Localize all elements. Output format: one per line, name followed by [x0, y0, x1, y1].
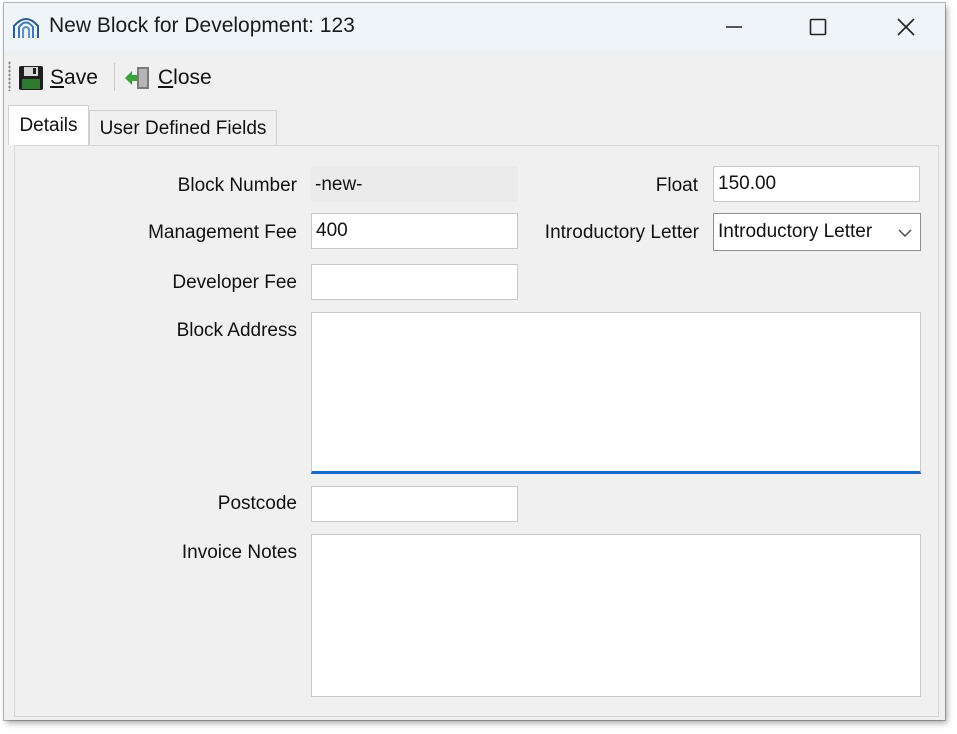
block-number-value: -new-: [311, 166, 518, 202]
introductory-letter-selected: Introductory Letter: [718, 221, 873, 242]
postcode-input[interactable]: [311, 486, 518, 522]
maximize-icon: [809, 18, 827, 36]
float-label: Float: [655, 175, 698, 196]
close-icon: [897, 18, 915, 36]
developer-fee-input[interactable]: [311, 264, 518, 300]
introductory-letter-select[interactable]: Introductory Letter: [713, 213, 921, 251]
minimize-button[interactable]: [704, 3, 764, 51]
exit-door-icon: [125, 67, 149, 89]
tab-details-label: Details: [19, 115, 78, 136]
title-bar: New Block for Development: 123: [4, 3, 945, 51]
block-address-label: Block Address: [176, 320, 297, 341]
block-address-textarea[interactable]: [311, 312, 921, 474]
toolbar-grip[interactable]: [8, 61, 11, 91]
toolbar-separator: [114, 63, 115, 91]
chevron-down-icon: [898, 229, 912, 237]
tab-user-defined-fields-label: User Defined Fields: [99, 118, 267, 139]
invoice-notes-textarea[interactable]: [311, 534, 921, 697]
save-button[interactable]: Save: [18, 61, 98, 95]
tab-details[interactable]: Details: [8, 105, 89, 145]
toolbar: Save Close: [4, 51, 945, 105]
management-fee-input[interactable]: 400: [311, 213, 518, 249]
window-title: New Block for Development: 123: [49, 14, 355, 37]
minimize-icon: [726, 26, 742, 28]
details-panel: Block Number -new- Float 150.00 Manageme…: [14, 145, 939, 717]
arch-app-icon: [12, 12, 40, 40]
float-input[interactable]: 150.00: [713, 166, 920, 202]
management-fee-label: Management Fee: [148, 222, 297, 243]
block-number-label: Block Number: [177, 175, 297, 196]
close-button[interactable]: Close: [124, 61, 212, 95]
floppy-disk-icon: [19, 66, 43, 90]
invoice-notes-label: Invoice Notes: [181, 542, 297, 563]
close-label: Close: [158, 66, 212, 89]
tab-user-defined-fields[interactable]: User Defined Fields: [89, 110, 277, 145]
developer-fee-label: Developer Fee: [172, 272, 297, 293]
close-window-button[interactable]: [876, 3, 936, 51]
maximize-button[interactable]: [788, 3, 848, 51]
introductory-letter-label: Introductory Letter: [544, 222, 699, 243]
tab-strip: Details User Defined Fields: [4, 105, 945, 145]
save-label: Save: [50, 66, 98, 89]
postcode-label: Postcode: [217, 493, 297, 514]
dialog-window: New Block for Development: 123 Save Clos…: [4, 3, 945, 720]
